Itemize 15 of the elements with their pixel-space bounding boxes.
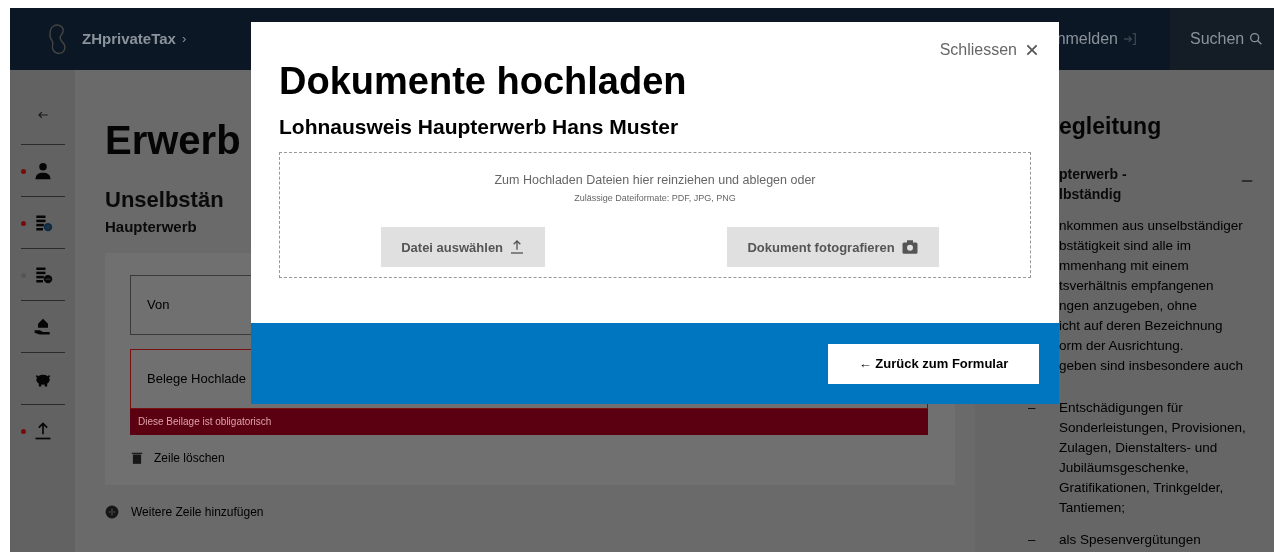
page-title: Erwerb bbox=[105, 118, 241, 162]
list-item: Entschädigungen für Sonderleistungen, Provisionen, Zulagen, Dienstalters- und Jubiläumsgeschenke, Gratifikationen, Trinkgelder, Tantiemen; bbox=[1059, 399, 1247, 517]
dialog-title: Dokumente hochladen bbox=[279, 59, 688, 104]
file-formats-note: Zulässige Dateiformate: PDF, JPG, PNG bbox=[574, 191, 736, 205]
drop-instructions: Zum Hochladen Dateien hier reinziehen und ablegen oder bbox=[494, 172, 816, 189]
breadcrumb-separator: › bbox=[181, 30, 187, 49]
list-item: als Spesenvergütungen bbox=[1059, 531, 1202, 549]
help-text: nkommen aus unselbständiger bstätigkeit sind alle im mmenhang mit einem tsverhältnis empfangenen ngen anzugeben, ohne icht auf deren Bezeichnung orm der Ausrichtung. geben sind insbesondere auch bbox=[1059, 217, 1244, 375]
panel-title: egleitung bbox=[1059, 112, 1163, 140]
subsection-title: Haupterwerb bbox=[105, 217, 197, 237]
error-message: Diese Beilage ist obligatorisch bbox=[130, 408, 928, 435]
list-bullet: – bbox=[1028, 531, 1037, 549]
list-bullet: – bbox=[1028, 399, 1037, 417]
section-title: Unselbstän bbox=[105, 186, 224, 214]
dialog-subtitle: Lohnausweis Haupterwerb Hans Muster bbox=[279, 114, 680, 140]
